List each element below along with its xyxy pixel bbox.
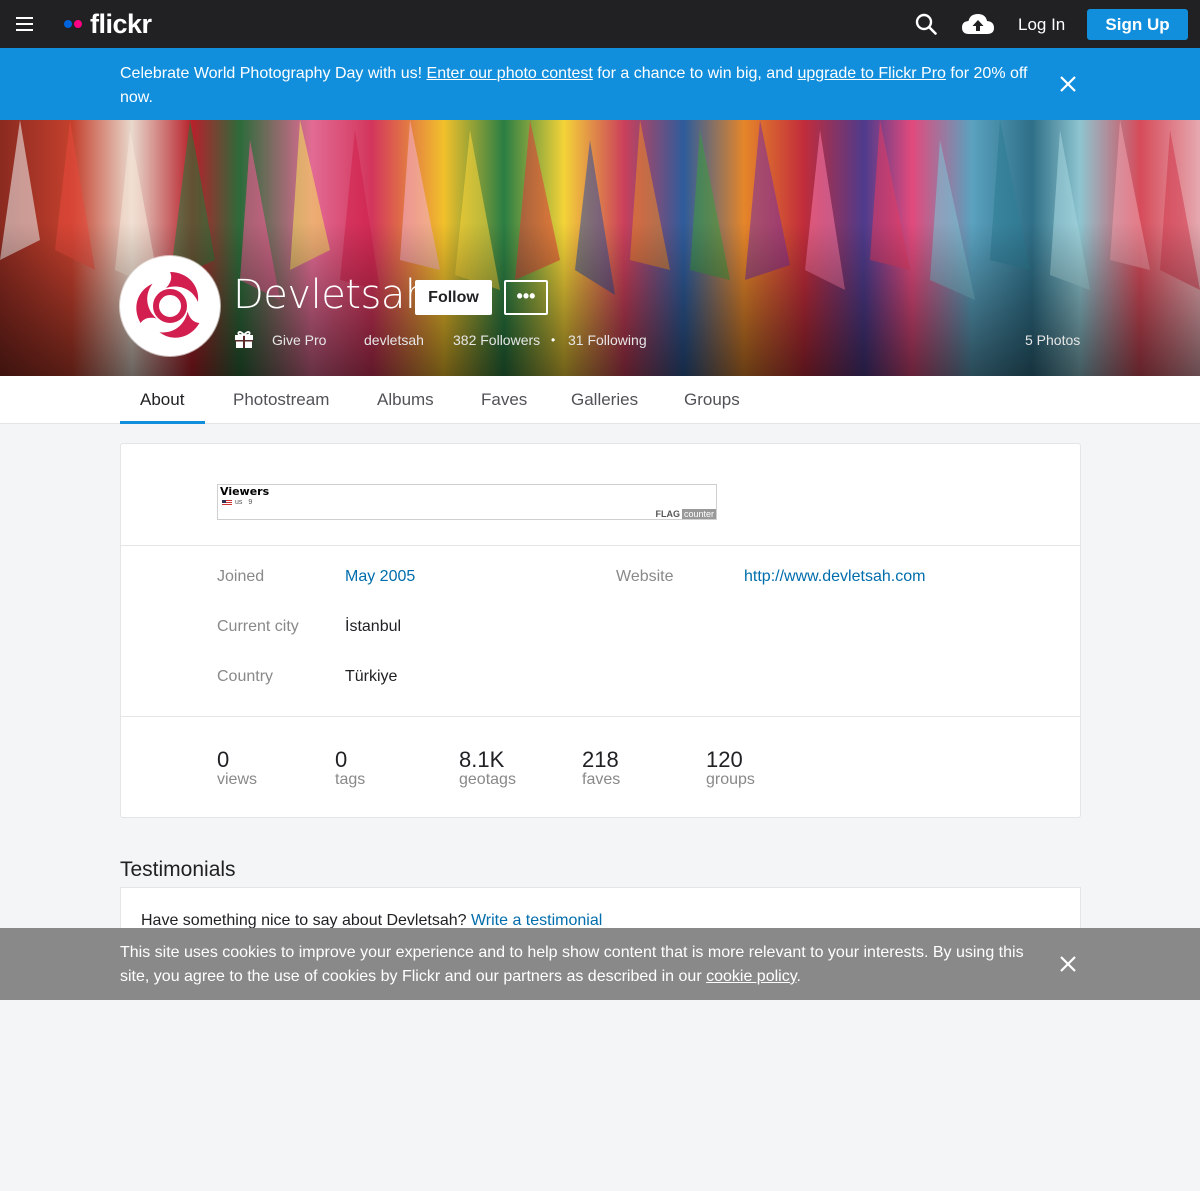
flag-counter-widget[interactable]: Viewers us 9 FLAG counter xyxy=(217,484,717,520)
tab-galleries[interactable]: Galleries xyxy=(571,390,638,410)
stat-tags-label: tags xyxy=(335,771,366,788)
stat-faves-value: 218 xyxy=(582,747,619,772)
us-flag-icon xyxy=(222,499,232,506)
signup-button[interactable]: Sign Up xyxy=(1087,9,1188,40)
tab-about[interactable]: About xyxy=(140,390,184,410)
search-icon[interactable] xyxy=(915,13,937,35)
promo-text-part: for a chance to win big, and xyxy=(592,65,798,82)
flag-counter-brand-suffix: counter xyxy=(681,509,716,519)
profile-tabs: About Photostream Albums Faves Galleries… xyxy=(0,376,1200,424)
close-icon[interactable] xyxy=(1059,75,1077,93)
login-link[interactable]: Log In xyxy=(1018,15,1065,35)
flag-counter-country: us xyxy=(235,499,243,506)
upload-icon[interactable] xyxy=(961,12,995,36)
section-divider xyxy=(121,545,1080,546)
testimonial-prompt-text: Have something nice to say about Devlets… xyxy=(141,912,471,929)
flag-counter-title: Viewers xyxy=(220,485,270,498)
stat-groups-label: groups xyxy=(706,771,755,788)
cookie-text-body: This site uses cookies to improve your e… xyxy=(120,944,1024,985)
logo-blue-dot xyxy=(64,20,72,28)
separator-dot: • xyxy=(551,333,556,347)
stat-faves-label: faves xyxy=(582,771,621,788)
promo-text-part: Celebrate World Photography Day with us! xyxy=(120,65,427,82)
flickr-logo[interactable]: flickr xyxy=(64,8,152,40)
active-tab-indicator xyxy=(120,421,205,424)
website-link[interactable]: http://www.devletsah.com xyxy=(744,568,925,586)
photo-contest-link[interactable]: Enter our photo contest xyxy=(427,65,593,82)
about-card: Viewers us 9 FLAG counter Joined May 200… xyxy=(120,443,1081,818)
gift-icon[interactable] xyxy=(234,329,254,349)
followers-link[interactable]: 382 Followers xyxy=(453,332,540,348)
more-options-button[interactable]: ••• xyxy=(504,280,548,315)
tab-faves[interactable]: Faves xyxy=(481,390,527,410)
menu-icon[interactable] xyxy=(16,17,33,31)
cookie-text-end: . xyxy=(796,968,801,985)
stat-geotags-label: geotags xyxy=(459,771,516,788)
country-value: Türkiye xyxy=(345,668,398,685)
stat-views-label: views xyxy=(217,771,258,788)
promo-banner: Celebrate World Photography Day with us!… xyxy=(0,48,1200,120)
tab-albums[interactable]: Albums xyxy=(377,390,434,410)
cookie-banner: This site uses cookies to improve your e… xyxy=(0,928,1200,1000)
section-divider xyxy=(121,716,1080,717)
stat-geotags-value: 8.1K xyxy=(459,747,505,772)
upgrade-pro-link[interactable]: upgrade to Flickr Pro xyxy=(797,65,946,82)
cookie-policy-link[interactable]: cookie policy xyxy=(706,968,796,985)
stat-views-value: 0 xyxy=(217,747,230,772)
close-icon[interactable] xyxy=(1059,955,1077,973)
website-label: Website xyxy=(616,568,674,585)
give-pro-link[interactable]: Give Pro xyxy=(272,332,326,348)
follow-button[interactable]: Follow xyxy=(415,280,492,315)
tab-photostream[interactable]: Photostream xyxy=(233,390,329,410)
stat-groups-value: 120 xyxy=(706,747,743,772)
avatar-swirl-icon xyxy=(136,272,200,338)
username: devletsah xyxy=(364,332,424,348)
promo-text: Celebrate World Photography Day with us!… xyxy=(120,62,1050,110)
cookie-text: This site uses cookies to improve your e… xyxy=(120,941,1040,989)
avatar[interactable] xyxy=(120,256,220,356)
logo-pink-dot xyxy=(74,20,82,28)
flag-counter-brand-name: FLAG xyxy=(655,509,680,519)
tab-groups[interactable]: Groups xyxy=(684,390,740,410)
stat-tags-value: 0 xyxy=(335,747,348,772)
top-nav-bar: flickr Log In Sign Up xyxy=(0,0,1200,48)
flag-counter-brand: FLAG counter xyxy=(655,509,716,519)
current-city-label: Current city xyxy=(217,618,299,635)
profile-name: Devletsah xyxy=(233,272,430,318)
country-label: Country xyxy=(217,668,274,685)
joined-value[interactable]: May 2005 xyxy=(345,568,415,586)
flag-counter-count: 9 xyxy=(248,499,253,506)
following-link[interactable]: 31 Following xyxy=(568,332,647,348)
current-city-value: İstanbul xyxy=(345,618,402,635)
joined-label: Joined xyxy=(217,568,265,585)
logo-text: flickr xyxy=(90,8,152,39)
write-testimonial-link[interactable]: Write a testimonial xyxy=(471,912,602,929)
flag-counter-row: us 9 xyxy=(222,499,252,506)
testimonials-heading: Testimonials xyxy=(120,858,236,881)
photo-count: 5 Photos xyxy=(1025,332,1081,348)
